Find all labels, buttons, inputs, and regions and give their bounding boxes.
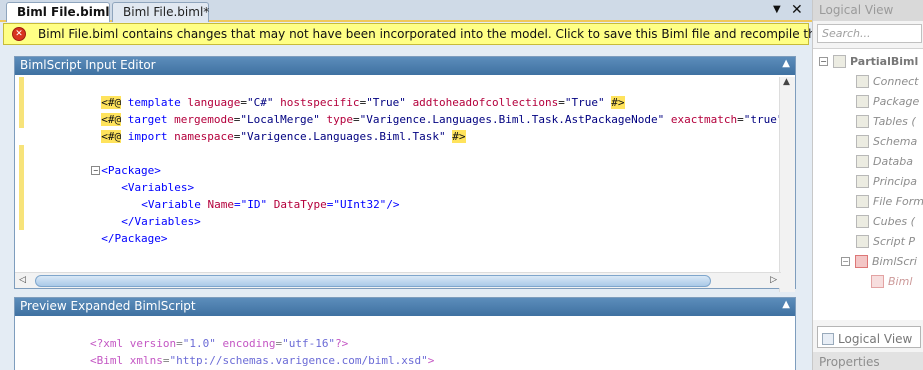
tree-node-connections[interactable]: Connect [856,71,918,91]
code-line: <Variable Name="ID" DataType="UInt32"/> [141,198,400,211]
code-area[interactable]: <#@ template language="C#" hostspecific=… [15,77,781,277]
editor-title: BimlScript Input Editor [20,58,156,72]
collapse-preview-icon[interactable]: ▲ [782,299,790,310]
logical-view-icon [822,332,834,345]
tree-node-project[interactable]: − PartialBiml [819,51,918,71]
project-tree: − PartialBiml Connect Package Tables ( Sc… [813,48,923,320]
principal-icon [856,174,869,188]
tree-node-packages[interactable]: Package [856,91,919,111]
code-line: <#@ import namespace="Varigence.Language… [101,130,466,143]
tree-node-bimlscripts[interactable]: − BimlScri [841,251,917,271]
logical-view-pane: Logical View Search... − PartialBiml Conn… [812,0,923,370]
file-format-icon [856,194,869,208]
xml-tag: </Package> [101,232,168,245]
collapse-node-icon[interactable]: − [819,56,828,66]
cube-icon [856,214,869,228]
code-line: </Variables> [25,196,781,228]
tab-biml-file[interactable]: Biml File.biml [6,2,110,22]
code-lines: <#@ template language="C#" hostspecific=… [25,77,781,245]
tree-node-tables[interactable]: Tables ( [856,111,916,131]
table-icon [856,114,869,128]
preview-code[interactable]: <?xml version="1.0" encoding="utf-16"?> … [37,318,435,367]
close-document-icon[interactable]: ✕ [791,2,803,18]
tree-node-schemas[interactable]: Schema [856,131,917,151]
preview-line: <Biml xmlns="http://schemas.varigence.co… [89,354,435,367]
vertical-scrollbar[interactable]: ▲ [779,77,795,292]
tab-biml-file-modified[interactable]: Biml File.biml* [112,2,209,22]
recompile-warning-bar[interactable]: ✕ Biml File.biml contains changes that m… [3,23,892,45]
horizontal-scrollbar[interactable]: ◁ ▷ [15,272,781,288]
tree-node-databases[interactable]: Databa [856,151,913,171]
code-line: <#@ target mergemode="LocalMerge" type="… [25,94,781,126]
horizontal-scroll-thumb[interactable] [35,275,711,287]
tree-node-cubes[interactable]: Cubes ( [856,211,915,231]
code-line: − <Package> [25,145,781,177]
database-icon [856,154,869,168]
changed-lines-marker [19,77,24,128]
changed-lines-marker [19,145,24,230]
properties-header[interactable]: Properties [813,352,923,370]
search-input[interactable]: Search... [817,24,922,43]
schema-icon [856,134,869,148]
tree-node-script-projects[interactable]: Script P [856,231,915,251]
tab-list-dropdown-icon[interactable]: ▼ [773,4,781,15]
document-tabstrip: Biml File.biml Biml File.biml* ▼ ✕ [0,0,812,22]
script-icon [856,234,869,248]
preview-line: <?xml version="1.0" encoding="utf-16"?> [89,337,349,350]
logical-view-header: Logical View [813,0,923,21]
error-icon: ✕ [12,27,26,41]
code-line: <Variables> [25,162,781,194]
logical-view-tab-label: Logical View [838,331,913,346]
preview-header: Preview Expanded BimlScript ▲ [15,298,795,316]
tab-logical-view[interactable]: Logical View [817,326,921,348]
package-folder-icon [856,94,869,108]
bimlscript-icon [855,254,868,268]
code-line: <#@ template language="C#" hostspecific=… [101,96,625,109]
editor-header: BimlScript Input Editor ▲ [15,57,795,75]
tree-node-principals[interactable]: Principa [856,171,917,191]
project-icon [833,54,846,68]
code-line: </Package> [25,213,781,245]
scroll-right-icon[interactable]: ▷ [770,275,777,285]
document-area: Biml File.biml Biml File.biml* ▼ ✕ ✕ Bim… [0,0,892,370]
bimlscript-input-editor: BimlScript Input Editor ▲ <#@ template l… [14,56,796,292]
preview-expanded-bimlscript: Preview Expanded BimlScript ▲ <?xml vers… [14,297,796,370]
connection-icon [856,74,869,88]
biml-file-icon [871,274,884,288]
preview-title: Preview Expanded BimlScript [20,299,196,313]
collapse-editor-icon[interactable]: ▲ [782,58,790,69]
scroll-up-icon[interactable]: ▲ [783,77,790,87]
change-margin [19,77,24,277]
tree-node-file-formats[interactable]: File Form [856,191,923,211]
scroll-left-icon[interactable]: ◁ [19,275,26,285]
tree-node-biml-file[interactable]: Biml [871,271,912,291]
warning-message: Biml File.biml contains changes that may… [38,27,893,41]
collapse-node-icon[interactable]: − [841,256,850,266]
